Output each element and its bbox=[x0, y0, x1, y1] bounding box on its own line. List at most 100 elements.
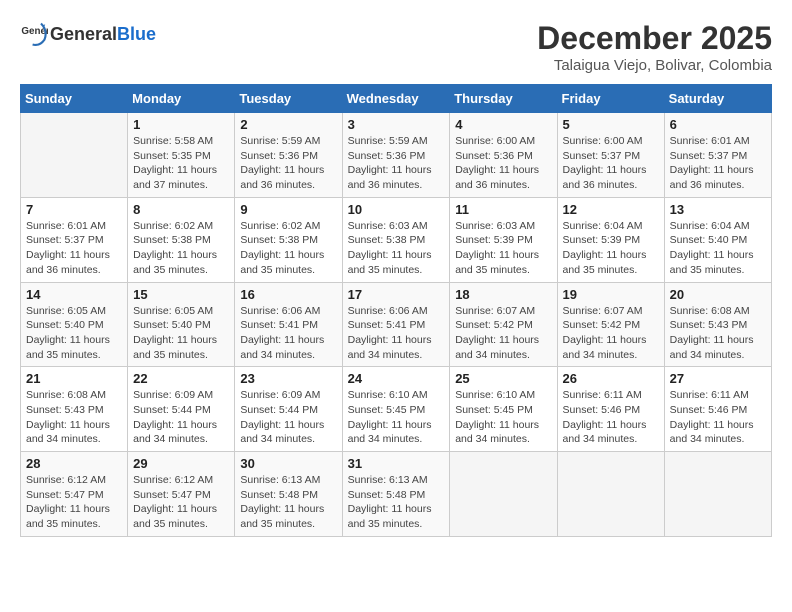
day-detail: Sunrise: 6:05 AMSunset: 5:40 PMDaylight:… bbox=[26, 305, 110, 361]
calendar-cell bbox=[450, 452, 557, 537]
calendar-cell: 15 Sunrise: 6:05 AMSunset: 5:40 PMDaylig… bbox=[128, 282, 235, 367]
day-detail: Sunrise: 6:10 AMSunset: 5:45 PMDaylight:… bbox=[455, 389, 539, 445]
day-detail: Sunrise: 6:04 AMSunset: 5:39 PMDaylight:… bbox=[563, 220, 647, 276]
day-number: 4 bbox=[455, 117, 551, 132]
calendar-week-row: 14 Sunrise: 6:05 AMSunset: 5:40 PMDaylig… bbox=[21, 282, 772, 367]
day-detail: Sunrise: 6:13 AMSunset: 5:48 PMDaylight:… bbox=[348, 474, 432, 530]
day-number: 26 bbox=[563, 371, 659, 386]
day-number: 17 bbox=[348, 287, 445, 302]
day-detail: Sunrise: 5:59 AMSunset: 5:36 PMDaylight:… bbox=[348, 135, 432, 191]
day-number: 23 bbox=[240, 371, 336, 386]
page-header: General GeneralBlue December 2025 Talaig… bbox=[20, 20, 772, 74]
calendar-title: December 2025 bbox=[537, 20, 772, 57]
calendar-cell: 27 Sunrise: 6:11 AMSunset: 5:46 PMDaylig… bbox=[664, 367, 771, 452]
day-detail: Sunrise: 6:06 AMSunset: 5:41 PMDaylight:… bbox=[348, 305, 432, 361]
day-number: 12 bbox=[563, 202, 659, 217]
day-detail: Sunrise: 6:03 AMSunset: 5:38 PMDaylight:… bbox=[348, 220, 432, 276]
day-number: 24 bbox=[348, 371, 445, 386]
day-detail: Sunrise: 6:00 AMSunset: 5:36 PMDaylight:… bbox=[455, 135, 539, 191]
day-number: 19 bbox=[563, 287, 659, 302]
day-number: 27 bbox=[670, 371, 766, 386]
day-detail: Sunrise: 6:09 AMSunset: 5:44 PMDaylight:… bbox=[240, 389, 324, 445]
day-detail: Sunrise: 6:08 AMSunset: 5:43 PMDaylight:… bbox=[670, 305, 754, 361]
column-header-wednesday: Wednesday bbox=[342, 85, 450, 113]
day-detail: Sunrise: 6:00 AMSunset: 5:37 PMDaylight:… bbox=[563, 135, 647, 191]
calendar-header-row: SundayMondayTuesdayWednesdayThursdayFrid… bbox=[21, 85, 772, 113]
calendar-cell: 26 Sunrise: 6:11 AMSunset: 5:46 PMDaylig… bbox=[557, 367, 664, 452]
column-header-saturday: Saturday bbox=[664, 85, 771, 113]
calendar-cell bbox=[664, 452, 771, 537]
day-detail: Sunrise: 6:12 AMSunset: 5:47 PMDaylight:… bbox=[26, 474, 110, 530]
day-number: 13 bbox=[670, 202, 766, 217]
column-header-friday: Friday bbox=[557, 85, 664, 113]
day-number: 28 bbox=[26, 456, 122, 471]
day-number: 9 bbox=[240, 202, 336, 217]
calendar-table: SundayMondayTuesdayWednesdayThursdayFrid… bbox=[20, 84, 772, 537]
calendar-cell: 24 Sunrise: 6:10 AMSunset: 5:45 PMDaylig… bbox=[342, 367, 450, 452]
day-detail: Sunrise: 6:01 AMSunset: 5:37 PMDaylight:… bbox=[26, 220, 110, 276]
day-number: 7 bbox=[26, 202, 122, 217]
calendar-cell: 28 Sunrise: 6:12 AMSunset: 5:47 PMDaylig… bbox=[21, 452, 128, 537]
logo-text: GeneralBlue bbox=[50, 24, 156, 45]
calendar-cell: 4 Sunrise: 6:00 AMSunset: 5:36 PMDayligh… bbox=[450, 113, 557, 198]
calendar-cell: 29 Sunrise: 6:12 AMSunset: 5:47 PMDaylig… bbox=[128, 452, 235, 537]
day-detail: Sunrise: 6:05 AMSunset: 5:40 PMDaylight:… bbox=[133, 305, 217, 361]
day-detail: Sunrise: 6:08 AMSunset: 5:43 PMDaylight:… bbox=[26, 389, 110, 445]
day-detail: Sunrise: 6:09 AMSunset: 5:44 PMDaylight:… bbox=[133, 389, 217, 445]
column-header-sunday: Sunday bbox=[21, 85, 128, 113]
calendar-cell: 31 Sunrise: 6:13 AMSunset: 5:48 PMDaylig… bbox=[342, 452, 450, 537]
calendar-cell: 14 Sunrise: 6:05 AMSunset: 5:40 PMDaylig… bbox=[21, 282, 128, 367]
calendar-week-row: 7 Sunrise: 6:01 AMSunset: 5:37 PMDayligh… bbox=[21, 197, 772, 282]
day-detail: Sunrise: 6:02 AMSunset: 5:38 PMDaylight:… bbox=[133, 220, 217, 276]
calendar-cell: 1 Sunrise: 5:58 AMSunset: 5:35 PMDayligh… bbox=[128, 113, 235, 198]
calendar-cell: 12 Sunrise: 6:04 AMSunset: 5:39 PMDaylig… bbox=[557, 197, 664, 282]
logo-icon: General bbox=[20, 20, 48, 48]
calendar-cell: 30 Sunrise: 6:13 AMSunset: 5:48 PMDaylig… bbox=[235, 452, 342, 537]
day-number: 1 bbox=[133, 117, 229, 132]
day-detail: Sunrise: 6:11 AMSunset: 5:46 PMDaylight:… bbox=[670, 389, 754, 445]
calendar-week-row: 21 Sunrise: 6:08 AMSunset: 5:43 PMDaylig… bbox=[21, 367, 772, 452]
calendar-cell: 20 Sunrise: 6:08 AMSunset: 5:43 PMDaylig… bbox=[664, 282, 771, 367]
day-detail: Sunrise: 6:03 AMSunset: 5:39 PMDaylight:… bbox=[455, 220, 539, 276]
calendar-week-row: 28 Sunrise: 6:12 AMSunset: 5:47 PMDaylig… bbox=[21, 452, 772, 537]
calendar-cell: 17 Sunrise: 6:06 AMSunset: 5:41 PMDaylig… bbox=[342, 282, 450, 367]
day-detail: Sunrise: 6:04 AMSunset: 5:40 PMDaylight:… bbox=[670, 220, 754, 276]
title-area: December 2025 Talaigua Viejo, Bolivar, C… bbox=[537, 20, 772, 74]
calendar-cell: 5 Sunrise: 6:00 AMSunset: 5:37 PMDayligh… bbox=[557, 113, 664, 198]
day-number: 14 bbox=[26, 287, 122, 302]
calendar-cell: 23 Sunrise: 6:09 AMSunset: 5:44 PMDaylig… bbox=[235, 367, 342, 452]
day-number: 16 bbox=[240, 287, 336, 302]
day-detail: Sunrise: 6:11 AMSunset: 5:46 PMDaylight:… bbox=[563, 389, 647, 445]
calendar-cell: 22 Sunrise: 6:09 AMSunset: 5:44 PMDaylig… bbox=[128, 367, 235, 452]
calendar-cell: 2 Sunrise: 5:59 AMSunset: 5:36 PMDayligh… bbox=[235, 113, 342, 198]
day-number: 11 bbox=[455, 202, 551, 217]
day-number: 22 bbox=[133, 371, 229, 386]
calendar-cell: 18 Sunrise: 6:07 AMSunset: 5:42 PMDaylig… bbox=[450, 282, 557, 367]
calendar-cell: 25 Sunrise: 6:10 AMSunset: 5:45 PMDaylig… bbox=[450, 367, 557, 452]
day-detail: Sunrise: 6:02 AMSunset: 5:38 PMDaylight:… bbox=[240, 220, 324, 276]
day-number: 31 bbox=[348, 456, 445, 471]
calendar-cell: 13 Sunrise: 6:04 AMSunset: 5:40 PMDaylig… bbox=[664, 197, 771, 282]
calendar-cell: 6 Sunrise: 6:01 AMSunset: 5:37 PMDayligh… bbox=[664, 113, 771, 198]
day-detail: Sunrise: 6:13 AMSunset: 5:48 PMDaylight:… bbox=[240, 474, 324, 530]
day-number: 3 bbox=[348, 117, 445, 132]
calendar-cell: 11 Sunrise: 6:03 AMSunset: 5:39 PMDaylig… bbox=[450, 197, 557, 282]
day-detail: Sunrise: 6:01 AMSunset: 5:37 PMDaylight:… bbox=[670, 135, 754, 191]
day-detail: Sunrise: 6:07 AMSunset: 5:42 PMDaylight:… bbox=[455, 305, 539, 361]
day-number: 21 bbox=[26, 371, 122, 386]
calendar-cell: 16 Sunrise: 6:06 AMSunset: 5:41 PMDaylig… bbox=[235, 282, 342, 367]
calendar-cell: 9 Sunrise: 6:02 AMSunset: 5:38 PMDayligh… bbox=[235, 197, 342, 282]
day-detail: Sunrise: 6:10 AMSunset: 5:45 PMDaylight:… bbox=[348, 389, 432, 445]
day-detail: Sunrise: 5:58 AMSunset: 5:35 PMDaylight:… bbox=[133, 135, 217, 191]
calendar-subtitle: Talaigua Viejo, Bolivar, Colombia bbox=[537, 57, 772, 74]
calendar-cell: 7 Sunrise: 6:01 AMSunset: 5:37 PMDayligh… bbox=[21, 197, 128, 282]
day-detail: Sunrise: 6:06 AMSunset: 5:41 PMDaylight:… bbox=[240, 305, 324, 361]
calendar-cell: 8 Sunrise: 6:02 AMSunset: 5:38 PMDayligh… bbox=[128, 197, 235, 282]
logo: General GeneralBlue bbox=[20, 20, 156, 48]
calendar-cell bbox=[557, 452, 664, 537]
calendar-cell: 21 Sunrise: 6:08 AMSunset: 5:43 PMDaylig… bbox=[21, 367, 128, 452]
day-detail: Sunrise: 5:59 AMSunset: 5:36 PMDaylight:… bbox=[240, 135, 324, 191]
calendar-cell bbox=[21, 113, 128, 198]
column-header-tuesday: Tuesday bbox=[235, 85, 342, 113]
day-detail: Sunrise: 6:07 AMSunset: 5:42 PMDaylight:… bbox=[563, 305, 647, 361]
